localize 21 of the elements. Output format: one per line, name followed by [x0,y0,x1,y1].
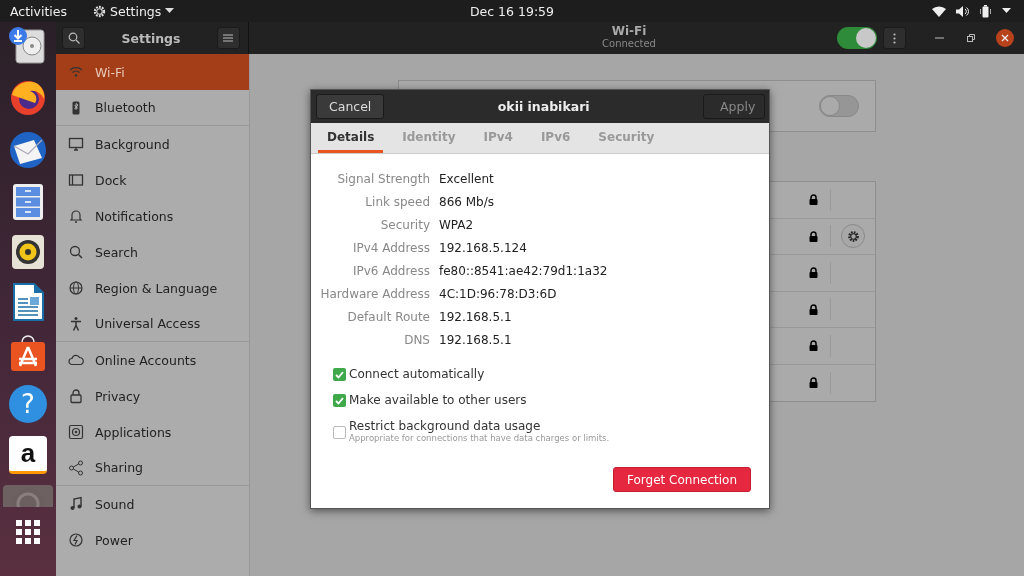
detail-label: Security [379,218,430,232]
detail-label: DNS [403,333,430,347]
detail-value: 866 Mb/s [439,195,495,209]
detail-value: Excellent [439,172,495,186]
detail-value: fe80::8541:ae42:79d1:1a32 [439,264,609,278]
detail-value: WPA2 [439,218,475,232]
dialog-title: okii inabikari [497,99,590,114]
detail-label: Link speed [364,195,430,209]
connection-status: Connected [602,38,656,49]
detail-label: Signal Strength [336,172,430,186]
detail-label: Default Route [346,310,430,324]
detail-value: 192.168.5.1 [439,310,513,324]
detail-value: 4C:1D:96:78:D3:6D [439,287,558,301]
detail-value: 192.168.5.1 [439,333,513,347]
detail-value: 192.168.5.124 [439,241,528,255]
detail-label: Hardware Address [319,287,430,301]
sidebar-title: Settings [121,30,181,46]
detail-label: IPv6 Address [351,264,430,278]
option-hint: Appropriate for connections that have data charges or limits. [349,433,610,443]
detail-label: IPv4 Address [351,241,430,255]
page-title: Wi-Fi [611,24,647,38]
